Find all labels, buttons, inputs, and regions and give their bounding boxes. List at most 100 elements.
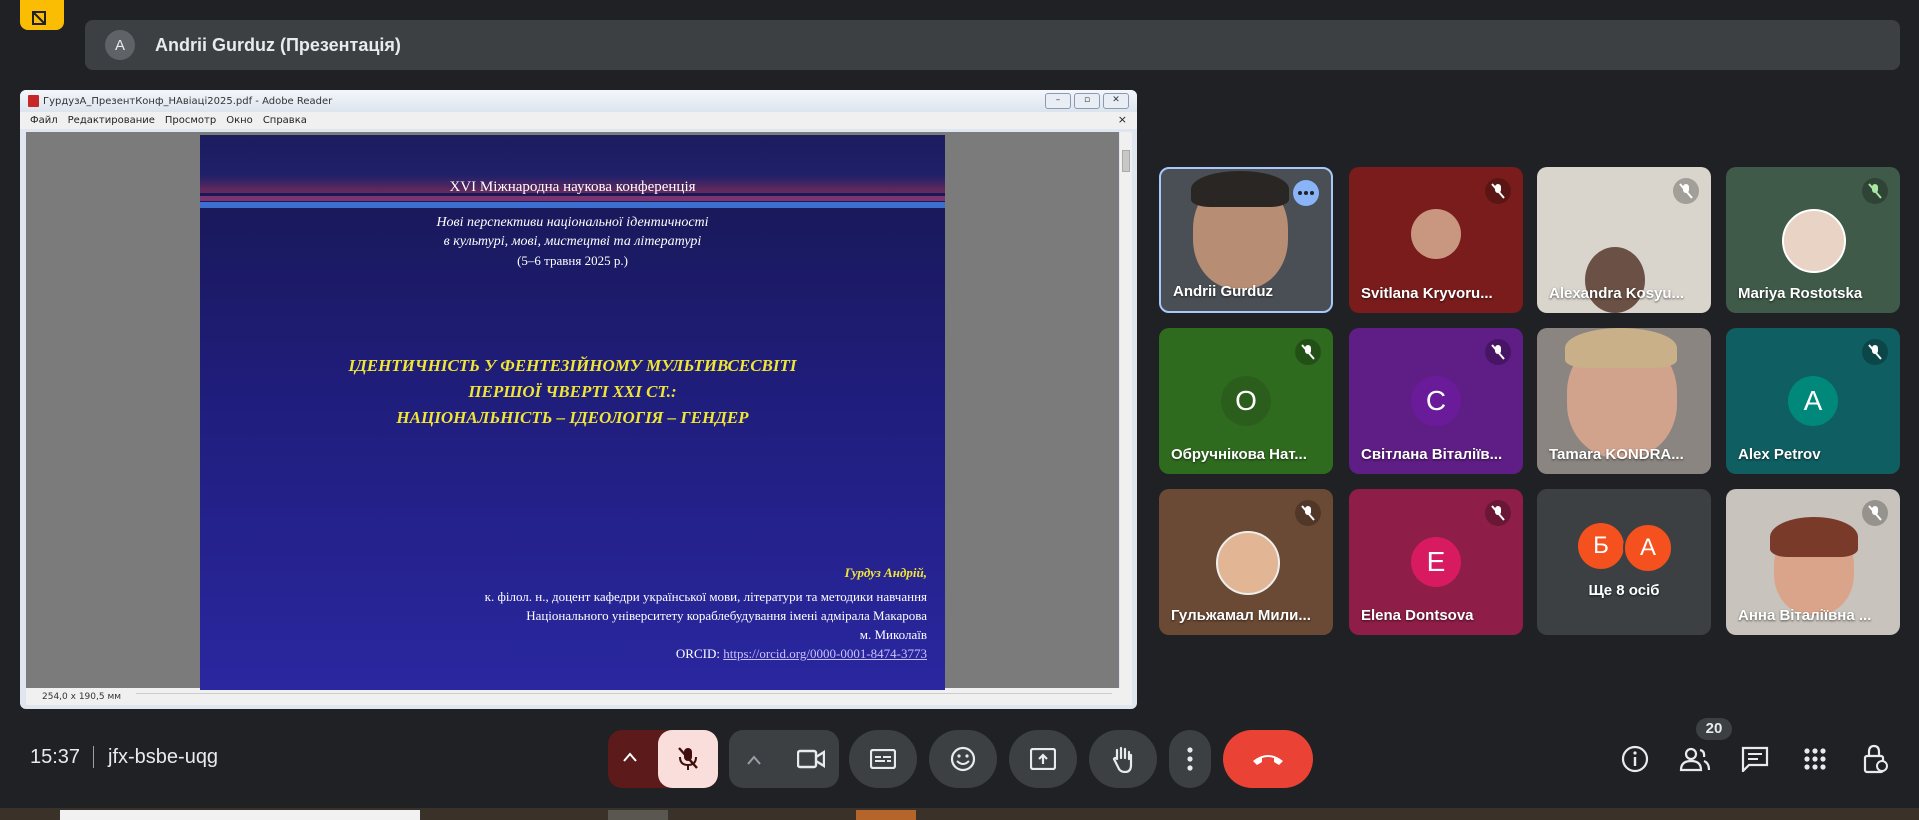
- slide-title-line-2: ПЕРШОЇ ЧВЕРТІ ХХІ СТ.:: [468, 382, 677, 401]
- participant-name: Світлана Віталіїв...: [1361, 446, 1503, 463]
- raise-hand-button[interactable]: [1089, 730, 1157, 788]
- menu-window[interactable]: Окно: [226, 115, 253, 126]
- mic-off-icon: [1485, 339, 1511, 365]
- close-doc-icon[interactable]: ×: [1118, 113, 1127, 126]
- conference-subtitle-2: в культурі, мові, мистецтві та літератур…: [443, 234, 702, 249]
- chat-button[interactable]: [1738, 742, 1772, 776]
- meeting-details-button[interactable]: [1618, 742, 1652, 776]
- close-window-button[interactable]: ✕: [1103, 93, 1129, 109]
- more-options-icon[interactable]: [1293, 180, 1319, 206]
- participant-tile[interactable]: Анна Віталіївна ...: [1726, 489, 1900, 635]
- orcid-link[interactable]: https://orcid.org/0000-0001-8474-3773: [723, 646, 927, 661]
- participant-avatar: A: [1788, 376, 1838, 426]
- people-icon: [1679, 747, 1711, 772]
- mic-off-icon: [1295, 500, 1321, 526]
- camera-button[interactable]: [783, 730, 839, 788]
- lock-person-icon: [1863, 744, 1888, 774]
- camera-options-chevron-icon[interactable]: [747, 752, 761, 770]
- participant-name: Alexandra Kosyu...: [1549, 285, 1685, 302]
- participant-tile[interactable]: A Alex Petrov: [1726, 328, 1900, 474]
- hand-icon: [1112, 746, 1133, 773]
- meeting-code: jfx-bsbe-uqg: [108, 746, 219, 768]
- reactions-button[interactable]: [929, 730, 997, 788]
- os-taskbar: [0, 808, 1919, 820]
- menu-view[interactable]: Просмотр: [165, 115, 216, 126]
- participant-name: Andrii Gurduz: [1173, 283, 1273, 300]
- mic-control-group: [608, 730, 718, 788]
- people-button[interactable]: [1678, 742, 1712, 776]
- restore-button[interactable]: ▫: [1074, 93, 1100, 109]
- participant-name: Гульжамал Мили...: [1171, 607, 1311, 624]
- participant-tile[interactable]: Alexandra Kosyu...: [1537, 167, 1711, 313]
- menu-help[interactable]: Справка: [263, 115, 307, 126]
- participant-avatar: Б: [1578, 523, 1624, 569]
- participant-name: Mariya Rostotska: [1738, 285, 1863, 302]
- mic-off-icon: [1862, 500, 1888, 526]
- participant-tile[interactable]: E Elena Dontsova: [1349, 489, 1523, 635]
- reader-menubar: Файл Редактирование Просмотр Окно Справк…: [20, 112, 1137, 129]
- reader-status-bar: 254,0 x 190,5 мм: [26, 688, 1132, 705]
- participant-tile[interactable]: Mariya Rostotska: [1726, 167, 1900, 313]
- divider: [93, 746, 94, 768]
- vertical-scrollbar[interactable]: [1120, 132, 1132, 688]
- mic-off-icon: [1295, 339, 1321, 365]
- participant-count-badge: 20: [1696, 718, 1732, 740]
- more-participants-tile[interactable]: Б A Ще 8 осіб: [1537, 489, 1711, 635]
- participant-name: Анна Віталіївна ...: [1738, 607, 1872, 624]
- participant-avatar: A: [1623, 523, 1673, 573]
- more-options-button[interactable]: [1169, 730, 1211, 788]
- participant-name: Svitlana Kryvoru...: [1361, 285, 1493, 302]
- participant-tile[interactable]: Гульжамал Мили...: [1159, 489, 1333, 635]
- horizontal-scrollbar[interactable]: [136, 693, 1112, 701]
- slide-title: ІДЕНТИЧНІСТЬ У ФЕНТЕЗІЙНОМУ МУЛЬТИВСЕСВІ…: [200, 353, 945, 431]
- camera-control-group: [729, 730, 839, 788]
- author-city: м. Миколаїв: [859, 627, 927, 642]
- host-controls-button[interactable]: [1858, 742, 1892, 776]
- activities-button[interactable]: [1798, 742, 1832, 776]
- presentation-banner: A Andrii Gurduz (Презентація): [85, 20, 1900, 70]
- participant-tile[interactable]: Andrii Gurduz: [1159, 167, 1333, 313]
- mic-options-chevron-icon[interactable]: [622, 750, 638, 768]
- mic-off-icon: [1485, 500, 1511, 526]
- present-screen-button[interactable]: [1009, 730, 1077, 788]
- microphone-off-button[interactable]: [658, 730, 718, 788]
- orcid-label: ORCID:: [675, 646, 720, 661]
- slide-title-line-1: ІДЕНТИЧНІСТЬ У ФЕНТЕЗІЙНОМУ МУЛЬТИВСЕСВІ…: [348, 356, 797, 375]
- mic-off-icon: [1673, 178, 1699, 204]
- captions-icon: [870, 749, 896, 769]
- menu-edit[interactable]: Редактирование: [68, 115, 155, 126]
- participant-tile[interactable]: О Обручнікова Нат...: [1159, 328, 1333, 474]
- minimize-button[interactable]: –: [1045, 93, 1071, 109]
- participant-avatar: С: [1411, 376, 1461, 426]
- more-vert-icon: [1187, 747, 1193, 771]
- participant-name: Обручнікова Нат...: [1171, 446, 1307, 463]
- present-icon: [1030, 748, 1056, 770]
- conference-subtitle-1: Нові перспективи національної ідентичнос…: [436, 215, 709, 230]
- end-call-icon: [1253, 755, 1283, 765]
- menu-file[interactable]: Файл: [30, 115, 58, 126]
- page-size-label: 254,0 x 190,5 мм: [42, 691, 122, 702]
- chat-icon: [1741, 746, 1769, 772]
- slide-title-line-3: НАЦІОНАЛЬНІСТЬ – ІДЕОЛОГІЯ – ГЕНДЕР: [396, 408, 749, 427]
- more-participants-label: Ще 8 осіб: [1588, 582, 1660, 599]
- presentation-slide: XVI Міжнародна наукова конференція Нові …: [200, 135, 945, 690]
- camera-off-indicator-icon: [20, 0, 64, 30]
- participant-tile[interactable]: С Світлана Віталіїв...: [1349, 328, 1523, 474]
- info-icon: [1621, 745, 1649, 773]
- author-affiliation-1: к. філол. н., доцент кафедри української…: [484, 589, 927, 604]
- orcid-line: ORCID: https://orcid.org/0000-0001-8474-…: [676, 646, 927, 662]
- emoji-icon: [950, 746, 976, 772]
- participant-name: Alex Petrov: [1738, 446, 1821, 463]
- reader-titlebar: ГурдузА_ПрезентКонф_НАвіаці2025.pdf - Ad…: [20, 90, 1137, 112]
- participant-tile[interactable]: Svitlana Kryvoru...: [1349, 167, 1523, 313]
- mic-off-icon: [1485, 178, 1511, 204]
- leave-call-button[interactable]: [1223, 730, 1313, 788]
- participant-tile[interactable]: Tamara KONDRA...: [1537, 328, 1711, 474]
- pdf-icon: [28, 95, 39, 107]
- presenter-avatar: A: [105, 30, 135, 60]
- participant-name: Elena Dontsova: [1361, 607, 1474, 624]
- captions-button[interactable]: [849, 730, 917, 788]
- participant-avatar: О: [1221, 376, 1271, 426]
- conference-dates: (5–6 травня 2025 р.): [517, 253, 628, 268]
- presentation-title: Andrii Gurduz (Презентація): [155, 34, 401, 55]
